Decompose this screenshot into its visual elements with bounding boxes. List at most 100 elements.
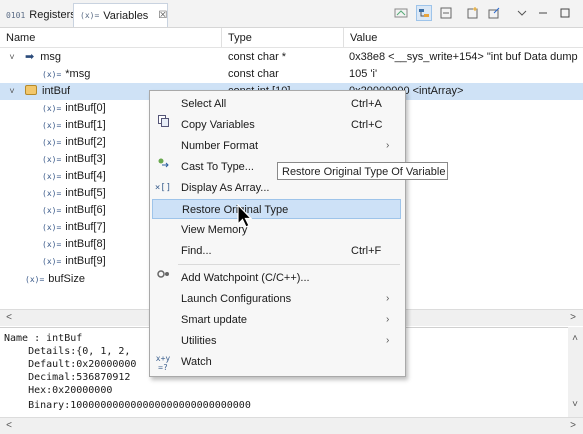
variable-icon: (x)= [42, 189, 62, 198]
variable-icon: (x)= [42, 104, 62, 113]
tab-registers[interactable]: 0101 Registers [0, 3, 76, 27]
column-header-name[interactable]: Name [0, 28, 222, 48]
tab-label: Registers [29, 9, 76, 21]
row-name-cell: (x)= intBuf[1] [42, 117, 106, 134]
details-line: Binary:100000000000000000000000000000 [4, 400, 251, 411]
details-line: Default:0x20000000 [4, 359, 137, 370]
mouse-cursor-icon [237, 203, 253, 233]
menu-item-copy-variables[interactable]: Copy Variables Ctrl+C [150, 115, 403, 135]
variable-icon: (x)= [42, 240, 62, 249]
array-icon [25, 85, 37, 95]
details-line: Details:{0, 1, 2, [4, 346, 131, 357]
table-row[interactable]: ˅ ➡ msg const char * 0x38e8 <__sys_write+… [0, 49, 583, 66]
scroll-right-icon[interactable]: > [566, 310, 580, 326]
variables-icon: (x)= [80, 11, 100, 20]
row-name-cell: (x)= intBuf[4] [42, 168, 106, 185]
menu-item-label: Number Format [181, 140, 259, 152]
new-view-icon[interactable] [465, 5, 481, 21]
row-type-cell: const char [228, 68, 279, 80]
menu-item-label: Restore Original Type [182, 204, 289, 216]
menu-item-display-as-array[interactable]: ×[] Display As Array... [150, 178, 403, 198]
menu-item-number-format[interactable]: Number Format › [150, 136, 403, 156]
column-header-type[interactable]: Type [222, 28, 344, 48]
twisty-icon[interactable]: ˅ [7, 83, 17, 100]
minimize-icon[interactable] [535, 5, 551, 21]
row-name-cell: (x)= intBuf[0] [42, 100, 106, 117]
variable-icon: (x)= [42, 121, 62, 130]
menu-item-add-watchpoint[interactable]: Add Watchpoint (C/C++)... [150, 268, 403, 288]
row-name-cell: (x)= *msg [42, 66, 90, 83]
row-name-cell: ➡ msg [25, 49, 61, 66]
registers-icon: 0101 [6, 10, 26, 20]
variable-name: intBuf[2] [65, 136, 106, 148]
menu-item-shortcut: Ctrl+A [351, 98, 382, 110]
details-horizontal-scrollbar[interactable]: < > [0, 417, 583, 434]
details-line: Decimal:536870912 [4, 372, 131, 383]
menu-item-label: Select All [181, 98, 227, 110]
menu-item-find[interactable]: Find... Ctrl+F [150, 241, 403, 261]
close-icon[interactable]: ☒ [158, 10, 167, 21]
menu-item-label: Find... [181, 245, 212, 257]
scroll-left-icon[interactable]: < [2, 310, 16, 326]
show-logical-structure-icon[interactable] [416, 5, 432, 21]
variable-icon: (x)= [42, 206, 62, 215]
variable-name: *msg [65, 68, 91, 80]
menu-item-label: Copy Variables [181, 119, 255, 131]
submenu-arrow-icon: › [386, 140, 390, 151]
submenu-arrow-icon: › [386, 293, 390, 304]
tab-label: Variables [103, 9, 149, 22]
row-name-cell: (x)= intBuf[5] [42, 185, 106, 202]
variable-name: bufSize [48, 273, 85, 285]
variable-name: intBuf[8] [65, 238, 106, 250]
row-name-cell: (x)= intBuf[6] [42, 202, 106, 219]
watchpoint-icon [154, 268, 172, 288]
table-row[interactable]: (x)= *msg const char 105 'i' [0, 66, 583, 83]
row-name-cell: (x)= intBuf[2] [42, 134, 106, 151]
tab-variables[interactable]: (x)= Variables ☒ [73, 3, 168, 27]
menu-item-shortcut: Ctrl+C [351, 119, 383, 131]
cast-icon [154, 157, 172, 177]
header-divider [0, 47, 583, 48]
variable-icon: (x)= [25, 275, 45, 284]
menu-item-watch[interactable]: x+y =? Watch [150, 352, 403, 372]
details-line: Hex:0x20000000 [4, 385, 113, 396]
submenu-arrow-icon: › [386, 314, 390, 325]
variable-name: intBuf[5] [65, 187, 106, 199]
details-line: Name : intBuf [4, 333, 83, 344]
scroll-right-icon[interactable]: > [566, 418, 580, 434]
menu-item-launch-configurations[interactable]: Launch Configurations › [150, 289, 403, 309]
variable-icon: (x)= [42, 138, 62, 147]
scroll-down-icon[interactable]: ˅ [568, 397, 582, 413]
maximize-icon[interactable] [557, 5, 573, 21]
row-type-cell: const char * [228, 51, 287, 63]
menu-item-label: Smart update [181, 314, 248, 326]
variable-name: intBuf[6] [65, 204, 106, 216]
menu-item-restore-original-type[interactable]: Restore Original Type [152, 199, 401, 219]
submenu-arrow-icon: › [386, 335, 390, 346]
variable-name: msg [40, 51, 61, 63]
details-vertical-scrollbar[interactable]: ˄ ˅ [568, 327, 583, 417]
variable-icon: (x)= [42, 223, 62, 232]
scroll-up-icon[interactable]: ˄ [568, 331, 582, 347]
row-name-cell: (x)= bufSize [25, 271, 85, 288]
scroll-left-icon[interactable]: < [2, 418, 16, 434]
menu-item-view-memory[interactable]: View Memory [150, 220, 403, 240]
view-menu-icon[interactable] [514, 5, 530, 21]
menu-item-label: Watch [181, 356, 212, 368]
menu-item-label: Add Watchpoint (C/C++)... [181, 272, 310, 284]
collapse-all-icon[interactable] [438, 5, 454, 21]
variable-name: intBuf[9] [65, 255, 106, 267]
show-type-names-icon[interactable] [393, 5, 409, 21]
column-header-value[interactable]: Value [344, 28, 583, 48]
context-menu: Select All Ctrl+A Copy Variables Ctrl+C … [149, 90, 406, 377]
variable-name: intBuf[1] [65, 119, 106, 131]
pin-icon[interactable] [486, 5, 502, 21]
variable-name: intBuf [42, 85, 71, 97]
menu-item-smart-update[interactable]: Smart update › [150, 310, 403, 330]
tooltip: Restore Original Type Of Variable [277, 162, 448, 180]
menu-item-utilities[interactable]: Utilities › [150, 331, 403, 351]
variable-icon: (x)= [42, 155, 62, 164]
menu-item-select-all[interactable]: Select All Ctrl+A [150, 94, 403, 114]
twisty-icon[interactable]: ˅ [7, 49, 17, 66]
menu-separator [178, 264, 400, 265]
